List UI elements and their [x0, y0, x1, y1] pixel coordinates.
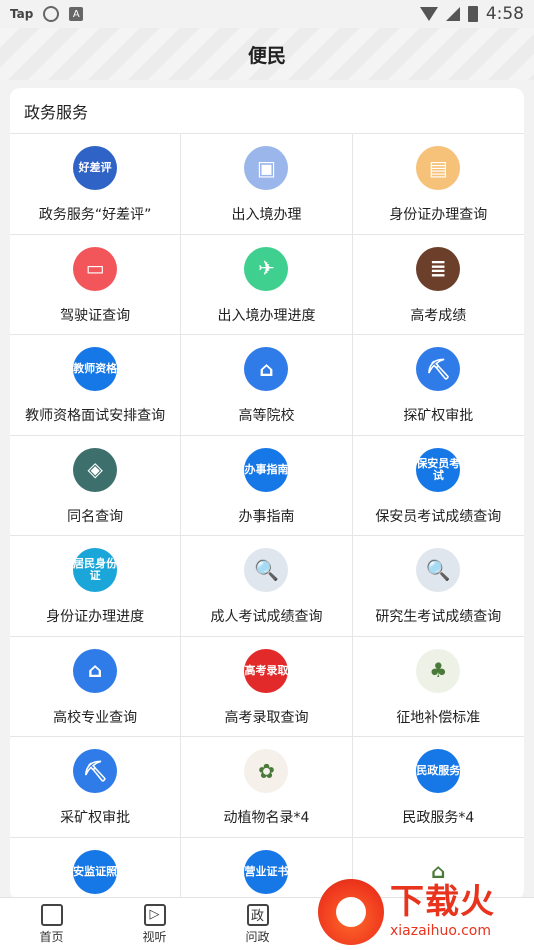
sync-icon	[43, 6, 60, 22]
page-header: 便民	[0, 28, 534, 80]
service-item-label: 高考成绩	[410, 307, 467, 324]
page-title: 便民	[247, 44, 286, 67]
service-item[interactable]: 办事指南 办事指南	[181, 435, 353, 536]
service-item-label: 出入境办理	[231, 207, 302, 223]
text-badge-icon: 高考录取	[244, 648, 289, 693]
service-item[interactable]: 居民身份证身份证办理进度	[10, 536, 182, 637]
status-bar: Tap A 4:58	[0, 0, 534, 28]
services-card: 政务服务 好差评政务服务“好差评” ▣ 出入境办理 ▤ 身份证办理查询 ▭ 驾驶证查询 ✈ 出入…	[10, 88, 524, 900]
service-item-label: 动植物名录*4	[223, 810, 310, 826]
service-item-label: 出入境办理进度	[217, 307, 316, 324]
service-item-label: 身份证办理查询	[389, 207, 488, 223]
service-item-label: 民政服务*4	[402, 810, 475, 826]
font-icon: A	[69, 7, 84, 21]
signal-icon	[445, 7, 460, 21]
service-item[interactable]: ⛏ 探矿权审批	[352, 335, 524, 436]
text-badge-icon: 安监证照	[73, 849, 118, 894]
service-item[interactable]: 高考录取高考录取查询	[181, 636, 353, 737]
service-item[interactable]: ♣ 征地补偿标准	[352, 637, 524, 737]
text-badge-icon: 好差评	[73, 146, 118, 190]
same-name-icon: ◈	[73, 447, 118, 492]
home-icon	[40, 903, 63, 926]
tab-video-label: 视听	[142, 929, 167, 944]
battery-icon	[467, 6, 478, 22]
service-item-label: 采矿权审批	[60, 810, 131, 826]
service-item-label: 高等院校	[238, 408, 295, 424]
services-grid: 好差评政务服务“好差评” ▣ 出入境办理 ▤ 身份证办理查询 ▭ 驾驶证查询 ✈ 出入境办理进度…	[10, 134, 524, 900]
service-item-label: 成人考试成绩查询	[210, 609, 323, 625]
service-item[interactable]: 🔍 成人考试成绩查询	[181, 536, 353, 637]
passport-icon: ▣	[244, 146, 289, 190]
service-item[interactable]: ≣ 高考成绩	[352, 235, 524, 335]
mining-icon: ⛏	[73, 749, 118, 793]
section-title: 政务服务	[10, 88, 524, 134]
wifi-icon	[419, 7, 438, 21]
service-item[interactable]: 教师资格教师资格面试安排查询	[10, 335, 182, 436]
service-item-label: 高校专业查询	[53, 709, 138, 726]
service-item-label: 身份证办理进度	[46, 609, 145, 625]
service-item-label: 征地补偿标准	[396, 709, 481, 726]
text-badge-icon: 营业证书	[244, 849, 289, 894]
text-badge-icon: 办事指南	[244, 447, 289, 492]
service-item[interactable]: ⌂ 高等院校	[181, 335, 353, 436]
service-item[interactable]: ▭ 驾驶证查询	[10, 234, 182, 335]
service-item-label: 教师资格面试安排查询	[25, 408, 166, 424]
text-badge-icon: 居民身份证	[73, 548, 118, 592]
tv-icon: ▷	[143, 903, 166, 926]
service-item[interactable]: ⛏ 采矿权审批	[10, 737, 182, 838]
watermark-url: xiazaihuo.com	[390, 923, 491, 939]
tab-home-label: 首页	[39, 929, 64, 944]
service-item[interactable]: 安监证照	[10, 837, 182, 900]
text-badge-icon: 教师资格	[73, 347, 118, 391]
text-badge-icon: 民政服务	[416, 749, 461, 793]
tab-home[interactable]: 首页	[0, 898, 103, 950]
driver-license-icon: ▭	[73, 246, 118, 291]
university-icon: ⌂	[73, 648, 118, 693]
service-item[interactable]: 民政服务民政服务*4	[352, 737, 524, 838]
service-item-label: 保安员考试成绩查询	[375, 508, 502, 525]
service-item[interactable]: ⌂ 高校专业查询	[10, 636, 182, 737]
mining-icon: ⛏	[416, 347, 461, 391]
service-item-label: 同名查询	[67, 508, 124, 525]
service-item[interactable]: 保安员考试保安员考试成绩查询	[352, 436, 524, 536]
service-item-label: 探矿权审批	[403, 408, 474, 424]
fire-logo-icon	[318, 879, 384, 945]
tab-politics[interactable]: 政 问政	[206, 898, 309, 950]
service-item[interactable]: ✈ 出入境办理进度	[181, 234, 353, 335]
service-item-label: 办事指南	[238, 508, 295, 525]
tap-app-icon: Tap	[10, 7, 34, 21]
land-icon: ♣	[416, 648, 461, 693]
id-card-icon: ▤	[416, 146, 461, 190]
service-item-label: 高考录取查询	[224, 709, 309, 726]
watermark-text: 下载火	[390, 882, 495, 922]
tab-video[interactable]: ▷ 视听	[103, 898, 206, 950]
exam-score-icon: ≣	[416, 246, 461, 291]
service-item[interactable]: ✿ 动植物名录*4	[181, 737, 353, 838]
service-item[interactable]: ◈ 同名查询	[10, 435, 182, 536]
plane-icon: ✈	[244, 246, 289, 291]
school-icon: ⌂	[244, 347, 289, 391]
clock: 4:58	[485, 4, 524, 24]
watermark-logo: 下载火 xiazaihuo.com	[318, 874, 534, 950]
service-item[interactable]: ▤ 身份证办理查询	[352, 134, 524, 235]
text-badge-icon: 保安员考试	[416, 447, 461, 492]
ad-search-icon: 🔍	[244, 548, 289, 592]
service-item[interactable]: ▣ 出入境办理	[181, 134, 353, 235]
politics-icon: 政	[246, 903, 269, 926]
animals-icon: ✿	[244, 749, 289, 793]
service-item-label: 研究生考试成绩查询	[375, 609, 502, 625]
tab-politics-label: 问政	[245, 929, 270, 944]
ad-search-icon: 🔍	[416, 548, 461, 592]
service-item[interactable]: 好差评政务服务“好差评”	[10, 134, 182, 235]
service-item-label: 驾驶证查询	[60, 307, 131, 324]
service-item-label: 政务服务“好差评”	[38, 207, 152, 223]
service-item[interactable]: 🔍 研究生考试成绩查询	[352, 536, 524, 637]
